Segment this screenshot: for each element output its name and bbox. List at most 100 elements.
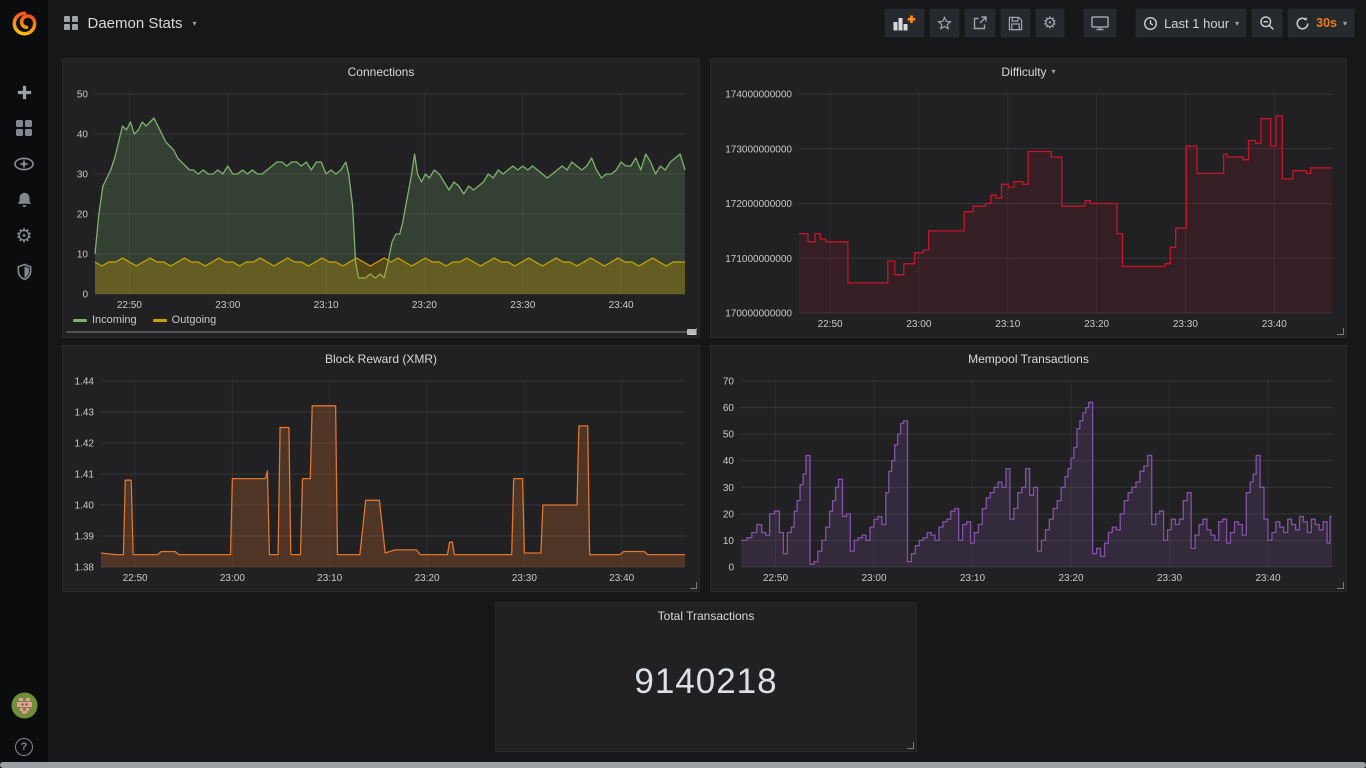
panel-title-total-transactions[interactable]: Total Transactions [496, 603, 916, 628]
sidebar-item-dashboards[interactable] [0, 110, 48, 146]
help-icon[interactable]: ? [15, 738, 33, 756]
panel-resize-handle[interactable] [690, 582, 697, 589]
chevron-down-icon: ▾ [1235, 19, 1239, 28]
save-icon [1008, 16, 1023, 31]
bell-icon [16, 191, 33, 209]
panel-difficulty: Difficulty ▾ 22:5023:0023:1023:2023:3023… [710, 58, 1347, 338]
grafana-logo[interactable] [0, 0, 48, 46]
svg-text:20: 20 [723, 509, 735, 520]
svg-text:23:40: 23:40 [609, 300, 634, 311]
panel-resize-handle[interactable] [907, 742, 914, 749]
svg-text:23:30: 23:30 [1157, 573, 1182, 584]
total-transactions-value: 9140218 [496, 628, 916, 751]
sidebar-item-explore[interactable] [0, 146, 48, 182]
gear-icon: ⚙ [15, 227, 32, 246]
star-dashboard-button[interactable] [929, 8, 960, 38]
svg-text:70: 70 [723, 377, 735, 388]
svg-text:10: 10 [723, 536, 735, 547]
svg-text:30: 30 [723, 483, 735, 494]
connections-legend: Incoming Outgoing [63, 312, 699, 328]
svg-text:171000000000: 171000000000 [725, 254, 792, 265]
clock-icon [1143, 16, 1158, 31]
panel-title-connections[interactable]: Connections [63, 59, 699, 84]
svg-text:23:00: 23:00 [220, 573, 245, 584]
svg-text:23:10: 23:10 [995, 319, 1020, 330]
sidebar-item-alerting[interactable] [0, 182, 48, 218]
share-dashboard-button[interactable] [964, 8, 996, 38]
svg-text:1.42: 1.42 [75, 439, 95, 450]
legend-item-outgoing[interactable]: Outgoing [153, 314, 217, 326]
svg-text:23:00: 23:00 [906, 319, 931, 330]
svg-text:23:40: 23:40 [1262, 319, 1287, 330]
svg-text:23:30: 23:30 [512, 573, 537, 584]
panel-title-text: Connections [348, 65, 415, 79]
panel-title-block-reward[interactable]: Block Reward (XMR) [63, 346, 699, 371]
refresh-picker[interactable]: 30s ▾ [1287, 8, 1355, 38]
sidebar-item-server-admin[interactable] [0, 254, 48, 290]
horizontal-scrollbar[interactable] [0, 762, 1366, 768]
dashboard-canvas: Connections 22:50 23:00 23:10 23:20 23:30 23:… [48, 46, 1366, 768]
add-panel-button[interactable] [884, 8, 925, 38]
time-range-picker[interactable]: Last 1 hour ▾ [1135, 8, 1247, 38]
panel-title-text: Difficulty [1001, 65, 1046, 79]
outgoing-swatch-icon [153, 319, 167, 322]
difficulty-svg: 22:5023:0023:1023:2023:3023:401700000000… [711, 84, 1346, 331]
svg-text:22:50: 22:50 [818, 319, 843, 330]
shield-icon [16, 263, 33, 281]
panel-resize-handle[interactable] [1337, 582, 1344, 589]
chevron-down-icon: ▾ [1343, 19, 1347, 28]
chevron-down-icon: ▾ [193, 19, 197, 28]
panel-mempool: Mempool Transactions 22:5023:0023:1023:2… [710, 345, 1347, 592]
svg-text:1.39: 1.39 [75, 532, 95, 543]
dashboard-settings-button[interactable]: ⚙ [1035, 8, 1065, 38]
svg-text:172000000000: 172000000000 [725, 199, 792, 210]
connections-chart[interactable]: 22:5023:0023:1023:2023:3023:400102030405… [63, 84, 699, 312]
magnifier-minus-icon [1259, 15, 1275, 31]
sidebar-item-create[interactable] [0, 74, 48, 110]
legend-item-incoming[interactable]: Incoming [73, 314, 137, 326]
incoming-swatch-icon [73, 319, 87, 322]
cycle-view-button[interactable] [1083, 8, 1117, 38]
svg-text:22:50: 22:50 [117, 300, 142, 311]
svg-text:170000000000: 170000000000 [725, 309, 792, 320]
svg-text:30: 30 [77, 170, 89, 181]
svg-text:173000000000: 173000000000 [725, 144, 792, 155]
panel-resize-handle[interactable] [690, 328, 697, 335]
svg-text:23:00: 23:00 [861, 573, 886, 584]
svg-text:23:20: 23:20 [415, 573, 440, 584]
gear-icon: ⚙ [1043, 15, 1057, 31]
dashboard-title: Daemon Stats [88, 15, 183, 32]
panel-resize-handle[interactable] [1337, 328, 1344, 335]
panel-block-reward: Block Reward (XMR) 22:5023:0023:1023:202… [62, 345, 700, 592]
block-reward-chart[interactable]: 22:5023:0023:1023:2023:3023:401.381.391.… [63, 371, 699, 585]
svg-text:20: 20 [77, 210, 89, 221]
svg-text:1.41: 1.41 [75, 470, 95, 481]
svg-text:50: 50 [77, 90, 89, 101]
legend-scrollbar[interactable] [66, 328, 696, 337]
zoom-out-button[interactable] [1251, 8, 1283, 38]
panel-total-transactions: Total Transactions 9140218 [495, 602, 917, 752]
svg-text:23:20: 23:20 [1084, 319, 1109, 330]
svg-text:22:50: 22:50 [763, 573, 788, 584]
svg-text:1.43: 1.43 [75, 408, 95, 419]
svg-text:23:40: 23:40 [1255, 573, 1280, 584]
difficulty-chart[interactable]: 22:5023:0023:1023:2023:3023:401700000000… [711, 84, 1346, 331]
panel-menu-caret-icon: ▾ [1052, 67, 1056, 76]
sidebar: ⚙ ? [0, 0, 48, 768]
sidebar-item-configuration[interactable]: ⚙ [0, 218, 48, 254]
legend-label: Incoming [92, 314, 137, 326]
mempool-svg: 22:5023:0023:1023:2023:3023:400102030405… [711, 371, 1346, 585]
mempool-chart[interactable]: 22:5023:0023:1023:2023:3023:400102030405… [711, 371, 1346, 585]
svg-text:50: 50 [723, 430, 735, 441]
panel-title-text: Block Reward (XMR) [325, 352, 437, 366]
svg-text:23:00: 23:00 [215, 300, 240, 311]
panel-title-mempool[interactable]: Mempool Transactions [711, 346, 1346, 371]
user-avatar[interactable] [11, 692, 38, 724]
panel-title-difficulty[interactable]: Difficulty ▾ [711, 59, 1346, 84]
monitor-icon [1091, 15, 1109, 31]
save-dashboard-button[interactable] [1000, 8, 1031, 38]
dashboard-picker[interactable]: Daemon Stats ▾ [64, 15, 197, 32]
svg-text:22:50: 22:50 [123, 573, 148, 584]
refresh-interval-label: 30s [1316, 16, 1337, 30]
panel-title-text: Mempool Transactions [968, 352, 1089, 366]
